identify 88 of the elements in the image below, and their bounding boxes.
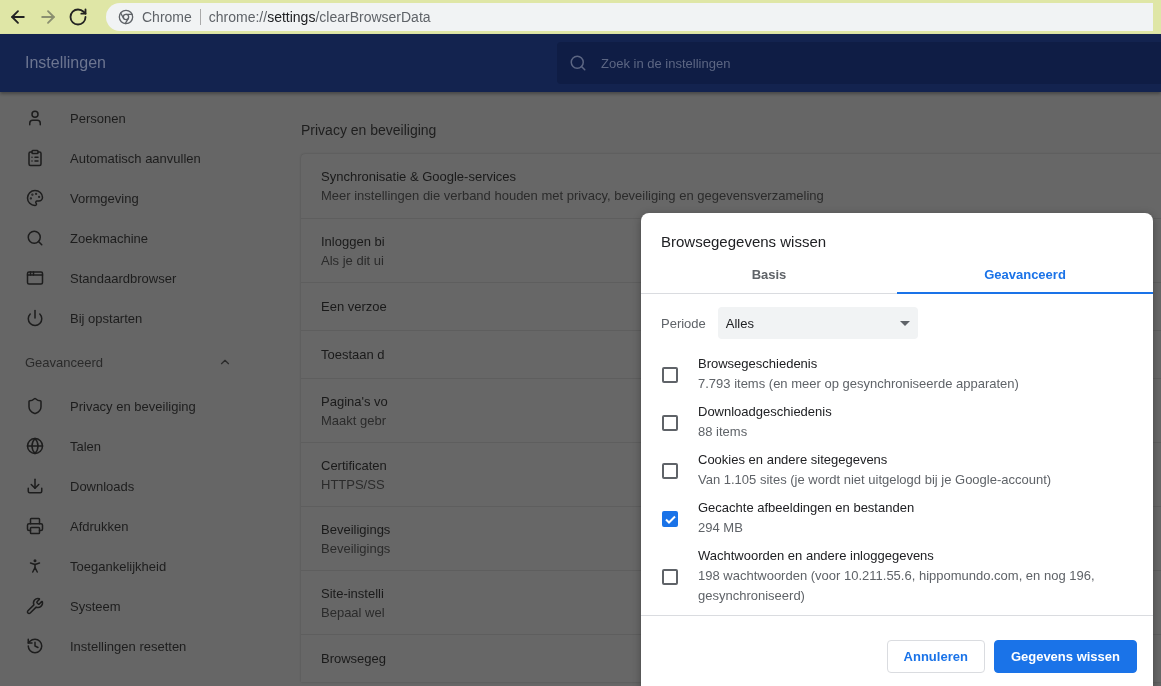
- row-description: HTTPS/SS: [321, 476, 385, 492]
- sidebar-label: Vormgeving: [70, 190, 139, 206]
- reload-button[interactable]: [68, 7, 88, 27]
- row-description: Maakt gebr: [321, 412, 387, 428]
- sidebar-item[interactable]: Automatisch aanvullen: [0, 138, 256, 178]
- sidebar-item[interactable]: Afdrukken: [0, 506, 256, 546]
- period-label: Periode: [661, 315, 706, 331]
- sidebar-label: Systeem: [70, 598, 121, 614]
- sidebar-item[interactable]: Standaardbrowser: [0, 258, 256, 298]
- browser-logo-icon: [118, 9, 134, 25]
- clipboard-icon: [26, 149, 44, 167]
- tab[interactable]: Geavanceerd: [897, 256, 1153, 294]
- search-icon: [26, 229, 44, 247]
- sidebar-label: Bij opstarten: [70, 310, 143, 326]
- sidebar-label: Personen: [70, 110, 126, 126]
- row-title[interactable]: Een verzoe: [321, 299, 387, 314]
- row-description: Beveiligings: [321, 540, 391, 556]
- sidebar-item[interactable]: Downloads: [0, 466, 256, 506]
- sidebar-label: Afdrukken: [70, 518, 129, 534]
- row-title[interactable]: Certificaten: [321, 457, 387, 473]
- checkbox[interactable]: [662, 415, 678, 431]
- person-icon: [26, 109, 44, 127]
- page-title: Instellingen: [24, 54, 107, 72]
- palette-icon: [26, 189, 44, 207]
- wrench-icon: [26, 597, 44, 615]
- checkbox[interactable]: [662, 569, 678, 585]
- option-title: Gecachte afbeeldingen en bestanden: [698, 500, 915, 516]
- sidebar-item[interactable]: Toegankelijkheid: [0, 546, 256, 586]
- search-field[interactable]: Zoek in de instellingen: [557, 42, 1161, 84]
- checkbox[interactable]: [662, 367, 678, 383]
- download-icon: [26, 477, 44, 495]
- search-icon: [569, 54, 587, 72]
- row-description: Bepaal wel: [321, 604, 385, 620]
- option-detail: 294 MB: [698, 519, 744, 537]
- dialog-title: Browsegegevens wissen: [660, 232, 828, 250]
- row-title[interactable]: Browsegeg: [321, 651, 387, 666]
- sidebar-label: Automatisch aanvullen: [70, 150, 201, 166]
- sidebar-item[interactable]: Zoekmachine: [0, 218, 256, 258]
- power-icon: [26, 309, 44, 327]
- sidebar-item[interactable]: Personen: [0, 98, 256, 138]
- clear-data-button[interactable]: Gegevens wissen: [993, 640, 1137, 673]
- sidebar-label: Zoekmachine: [70, 230, 149, 246]
- option-detail: 88 items: [698, 423, 749, 441]
- tab[interactable]: Basis: [641, 256, 897, 294]
- sidebar-item[interactable]: Privacy en beveiliging: [0, 386, 256, 426]
- dropdown-arrow-icon: [899, 320, 910, 326]
- row-title[interactable]: Inloggen bi: [321, 233, 385, 249]
- sidebar-item[interactable]: Systeem: [0, 586, 256, 626]
- checkbox[interactable]: [662, 463, 678, 479]
- row-title[interactable]: Pagina's vo: [321, 393, 388, 409]
- back-button[interactable]: [8, 7, 28, 27]
- row-title[interactable]: Beveiligings: [321, 521, 391, 537]
- row-description: Als je dit ui: [321, 252, 384, 268]
- address-bar[interactable]: Chrome chrome://settings/clearBrowserData: [106, 3, 1153, 31]
- option-detail: 198 wachtwoorden (voor 10.211.55.6, hippomundo.com, en nog 196, gesynchroniseerd): [698, 567, 1096, 605]
- history-icon: [26, 637, 44, 655]
- checkbox[interactable]: [662, 511, 678, 527]
- sidebar-label: Downloads: [70, 478, 135, 494]
- option-title: Downloadgeschiedenis: [698, 404, 832, 420]
- globe-icon: [26, 437, 44, 455]
- sidebar-item[interactable]: Vormgeving: [0, 178, 256, 218]
- sidebar-label: Privacy en beveiliging: [70, 398, 196, 414]
- sidebar-label: Standaardbrowser: [70, 270, 177, 286]
- row-title[interactable]: Site-instelli: [321, 585, 384, 601]
- url-text: chrome://settings/clearBrowserData: [208, 9, 431, 25]
- period-select[interactable]: Alles: [717, 307, 918, 339]
- origin-label: Chrome: [142, 9, 201, 25]
- sidebar-label: Instellingen resetten: [70, 638, 187, 654]
- sidebar-label: Toegankelijkheid: [70, 558, 167, 574]
- printer-icon: [26, 517, 44, 535]
- option-title: Cookies en andere sitegegevens: [698, 452, 889, 468]
- sidebar-item[interactable]: Talen: [0, 426, 256, 466]
- section-label: Geavanceerd: [25, 354, 104, 370]
- row-title[interactable]: Synchronisatie & Google-services: [321, 169, 517, 184]
- cancel-button[interactable]: Annuleren: [886, 640, 985, 673]
- row-title[interactable]: Toestaan d: [321, 347, 385, 362]
- option-detail: Van 1.105 sites (je wordt niet uitgelogd bij je Google-account): [698, 471, 1052, 489]
- sidebar-item[interactable]: Instellingen resetten: [0, 626, 256, 666]
- window-icon: [26, 269, 44, 287]
- section-header[interactable]: Geavanceerd: [0, 338, 256, 386]
- sidebar-label: Talen: [70, 438, 102, 454]
- sidebar-item[interactable]: Bij opstarten: [0, 298, 256, 338]
- shield-icon: [26, 397, 44, 415]
- option-title: Wachtwoorden en andere inloggegevens: [698, 548, 935, 564]
- option-detail: 7.793 items (en meer op gesynchroniseerde apparaten): [698, 375, 1019, 393]
- section-heading: Privacy en beveiliging: [301, 122, 438, 138]
- option-title: Browsegeschiedenis: [698, 356, 819, 372]
- row-description: Meer instellingen die verband houden met privacy, beveiliging en gegevensverzameling: [321, 188, 824, 203]
